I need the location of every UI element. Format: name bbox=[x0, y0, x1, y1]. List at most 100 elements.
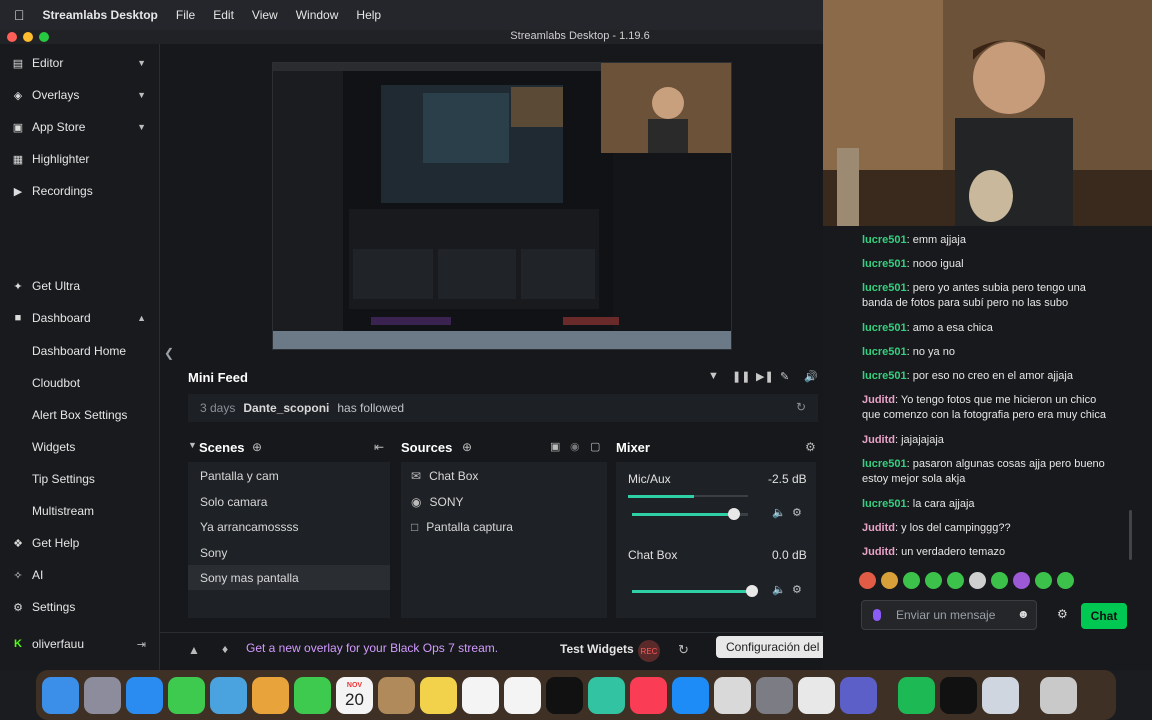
sidebar-item-get-help[interactable]: ❖ Get Help bbox=[0, 530, 160, 556]
replay-icon[interactable]: ↻ bbox=[796, 400, 806, 414]
chat-input[interactable]: Enviar un mensaje bbox=[861, 600, 1037, 630]
teams-icon[interactable] bbox=[840, 676, 877, 714]
sidebar-item-highlighter[interactable]: ▦ Highlighter bbox=[0, 146, 160, 172]
chat-username[interactable]: lucre501 bbox=[862, 346, 907, 358]
chat-username[interactable]: lucre501 bbox=[862, 258, 907, 270]
emote-icon[interactable] bbox=[881, 572, 898, 589]
chevron-up-icon[interactable]: ▲ bbox=[137, 313, 146, 323]
mixer-settings-gear-icon[interactable]: ⚙ bbox=[805, 440, 816, 454]
emote-icon[interactable] bbox=[991, 572, 1008, 589]
contacts-icon[interactable] bbox=[378, 676, 415, 714]
freeform-icon[interactable] bbox=[462, 676, 499, 714]
speaker-icon[interactable]: 🔈 bbox=[772, 583, 786, 596]
sidebar-item-account[interactable]: K oliverfauu ⇥ bbox=[0, 631, 160, 657]
menu-view[interactable]: View bbox=[252, 8, 278, 22]
close-window-button[interactable] bbox=[7, 32, 17, 42]
chat-username[interactable]: lucre501 bbox=[862, 498, 907, 510]
scene-item[interactable]: Ya arrancamossss bbox=[188, 514, 390, 539]
appletv-icon[interactable] bbox=[546, 676, 583, 714]
volume-slider[interactable] bbox=[632, 508, 748, 520]
performance-stats-icon[interactable]: ▲ bbox=[188, 643, 200, 657]
trash-icon[interactable] bbox=[1040, 676, 1077, 714]
calendar-icon[interactable]: NOV 20 bbox=[336, 676, 373, 714]
promo-notification[interactable]: Get a new overlay for your Black Ops 7 s… bbox=[246, 641, 498, 655]
iphone-mirroring-icon[interactable] bbox=[714, 676, 751, 714]
maps-icon[interactable] bbox=[210, 676, 247, 714]
stream-preview[interactable] bbox=[272, 62, 732, 350]
notes-icon[interactable] bbox=[420, 676, 457, 714]
emote-icon[interactable] bbox=[1035, 572, 1052, 589]
sidebar-item-multistream[interactable]: Multistream bbox=[0, 498, 160, 524]
zoom-window-button[interactable] bbox=[39, 32, 49, 42]
record-button[interactable]: REC bbox=[638, 640, 660, 662]
volume-knob[interactable] bbox=[746, 585, 758, 597]
chevron-down-icon[interactable]: ▼ bbox=[137, 90, 146, 100]
pause-icon[interactable]: ❚❚ bbox=[732, 370, 750, 383]
channel-gear-icon[interactable]: ⚙ bbox=[792, 583, 802, 596]
sidebar-item-recordings[interactable]: ▶ Recordings bbox=[0, 178, 160, 204]
skip-icon[interactable]: ▶❚ bbox=[756, 370, 774, 383]
emote-icon[interactable] bbox=[969, 572, 986, 589]
app-store-icon[interactable] bbox=[672, 676, 709, 714]
emote-icon[interactable] bbox=[859, 572, 876, 589]
source-visibility-icon[interactable]: ◉ bbox=[570, 440, 580, 453]
chat-settings-gear-icon[interactable]: ⚙ bbox=[1057, 607, 1068, 621]
chat-username[interactable]: Juditd bbox=[862, 522, 895, 534]
chevron-down-icon[interactable]: ▼ bbox=[137, 122, 146, 132]
chat-send-button[interactable]: Chat bbox=[1081, 603, 1127, 629]
menu-file[interactable]: File bbox=[176, 8, 195, 22]
add-source-icon[interactable]: ⊕ bbox=[462, 440, 472, 454]
minimize-window-button[interactable] bbox=[23, 32, 33, 42]
volume-icon[interactable]: 🔊 bbox=[804, 370, 818, 383]
mute-alerts-icon[interactable]: ✎ bbox=[780, 370, 789, 383]
menu-edit[interactable]: Edit bbox=[213, 8, 234, 22]
microphone-icon[interactable] bbox=[873, 609, 881, 621]
scene-item[interactable]: Solo camara bbox=[188, 489, 390, 514]
sidebar-item-dashboard[interactable]: ■ Dashboard ▲ bbox=[0, 305, 160, 331]
chevron-down-icon[interactable]: ▼ bbox=[137, 58, 146, 68]
scene-item[interactable]: Sony bbox=[188, 540, 390, 565]
sidebar-item-cloudbot[interactable]: Cloudbot bbox=[0, 370, 160, 396]
source-item[interactable]: ✉ Chat Box bbox=[401, 463, 607, 488]
facetime-icon[interactable] bbox=[294, 676, 331, 714]
music-icon[interactable] bbox=[630, 676, 667, 714]
emote-icon[interactable] bbox=[903, 572, 920, 589]
speaker-icon[interactable]: 🔈 bbox=[772, 506, 786, 519]
minifeed-event-row[interactable]: 3 days Dante_scoponi has followed ↻ bbox=[188, 394, 818, 422]
menubar-app-name[interactable]: Streamlabs Desktop bbox=[43, 8, 158, 22]
menu-help[interactable]: Help bbox=[356, 8, 381, 22]
chat-username[interactable]: Juditd bbox=[862, 434, 895, 446]
launchpad-icon[interactable] bbox=[84, 676, 121, 714]
channel-gear-icon[interactable]: ⚙ bbox=[792, 506, 802, 519]
volume-slider[interactable] bbox=[632, 585, 758, 597]
emote-icon[interactable] bbox=[1013, 572, 1030, 589]
sidebar-item-overlays[interactable]: ◈ Overlays ▼ bbox=[0, 82, 160, 108]
menu-window[interactable]: Window bbox=[296, 8, 339, 22]
chat-scrollbar[interactable] bbox=[1129, 510, 1132, 560]
notification-bell-icon[interactable]: ♦ bbox=[222, 642, 228, 656]
chat-username[interactable]: lucre501 bbox=[862, 370, 907, 382]
chevron-down-icon[interactable]: ▼ bbox=[188, 440, 197, 450]
chat-username[interactable]: lucre501 bbox=[862, 322, 907, 334]
scene-item[interactable]: Pantalla y cam bbox=[188, 463, 390, 488]
chat-username[interactable]: lucre501 bbox=[862, 282, 907, 294]
source-selective-recording-icon[interactable]: ▣ bbox=[550, 440, 560, 453]
source-item[interactable]: ◉ SONY bbox=[401, 489, 607, 514]
sidebar-item-editor[interactable]: ▤ Editor ▼ bbox=[0, 50, 160, 76]
add-folder-icon[interactable]: ▢ bbox=[590, 440, 600, 453]
collapse-left-chevron-icon[interactable]: ❮ bbox=[164, 346, 174, 360]
sidebar-item-ai[interactable]: ✧ AI bbox=[0, 562, 160, 588]
scene-item-active[interactable]: Sony mas pantalla bbox=[188, 565, 390, 590]
scene-transitions-icon[interactable]: ⇤ bbox=[374, 440, 384, 454]
spotify-icon[interactable] bbox=[898, 676, 935, 714]
sidebar-item-dashboard-home[interactable]: Dashboard Home bbox=[0, 338, 160, 364]
emoji-icon[interactable]: ☻ bbox=[1017, 607, 1030, 621]
emote-icon[interactable] bbox=[947, 572, 964, 589]
logout-icon[interactable]: ⇥ bbox=[137, 638, 146, 651]
volume-knob[interactable] bbox=[728, 508, 741, 520]
sidebar-item-settings[interactable]: ⚙ Settings bbox=[0, 594, 160, 620]
chat-username[interactable]: lucre501 bbox=[862, 458, 907, 470]
chat-username[interactable]: Juditd bbox=[862, 394, 895, 406]
reminders-icon[interactable] bbox=[504, 676, 541, 714]
preview-icon[interactable] bbox=[982, 676, 1019, 714]
